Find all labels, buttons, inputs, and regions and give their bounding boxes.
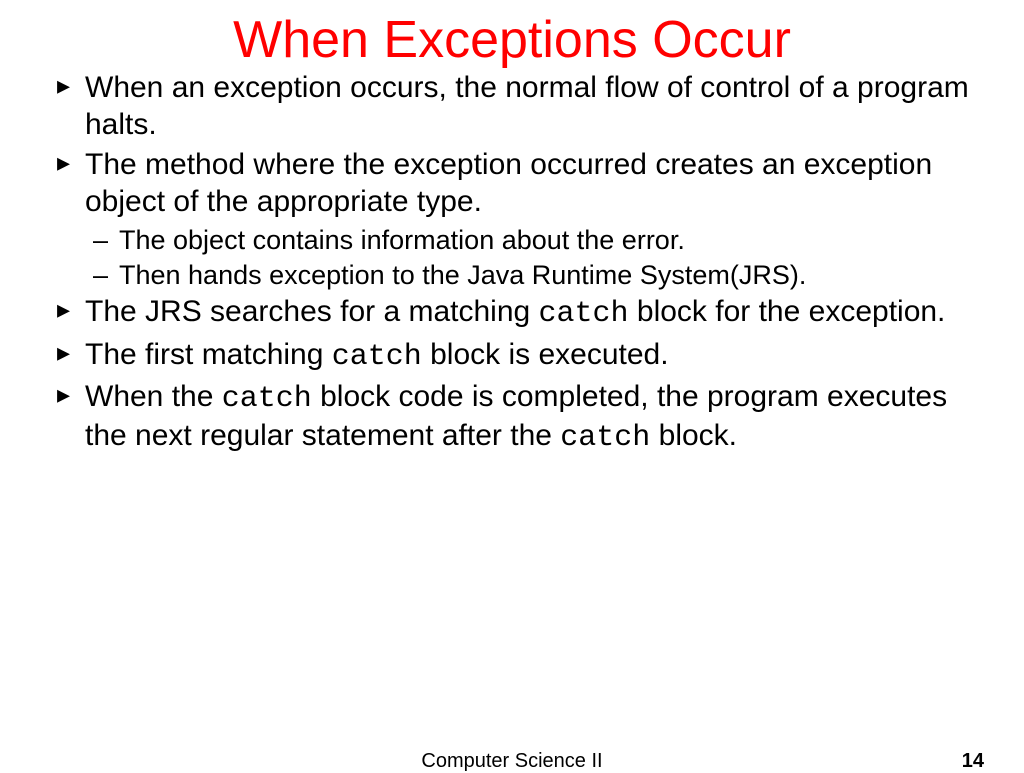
sub-bullet-item: Then hands exception to the Java Runtime…: [55, 259, 984, 292]
code-text: catch: [560, 421, 650, 455]
bullet-text: The method where the exception occurred …: [85, 148, 932, 218]
bullet-item: The method where the exception occurred …: [55, 147, 984, 220]
slide: When Exceptions Occur When an exception …: [0, 0, 1024, 768]
bullet-item: The first matching catch block is execut…: [55, 337, 984, 376]
bullet-text-part: The first matching: [85, 338, 332, 371]
slide-content: When an exception occurs, the normal flo…: [0, 70, 1024, 457]
bullet-text-part: When the: [85, 380, 222, 413]
code-text: catch: [332, 340, 422, 374]
bullet-text-part: block.: [650, 419, 737, 452]
footer-course: Computer Science II: [0, 750, 1024, 773]
bullet-item: When the catch block code is completed, …: [55, 379, 984, 456]
code-text: catch: [539, 297, 629, 331]
sub-bullet-text: Then hands exception to the Java Runtime…: [119, 260, 806, 290]
bullet-text-part: block is executed.: [422, 338, 669, 371]
sub-bullet-item: The object contains information about th…: [55, 224, 984, 257]
bullet-item: The JRS searches for a matching catch bl…: [55, 294, 984, 333]
code-text: catch: [222, 382, 312, 416]
slide-title: When Exceptions Occur: [0, 0, 1024, 70]
bullet-text-part: The JRS searches for a matching: [85, 295, 539, 328]
bullet-text: When an exception occurs, the normal flo…: [85, 71, 969, 141]
footer-page-number: 14: [962, 750, 984, 773]
sub-bullet-text: The object contains information about th…: [119, 225, 685, 255]
bullet-item: When an exception occurs, the normal flo…: [55, 70, 984, 143]
bullet-text-part: block for the exception.: [629, 295, 946, 328]
